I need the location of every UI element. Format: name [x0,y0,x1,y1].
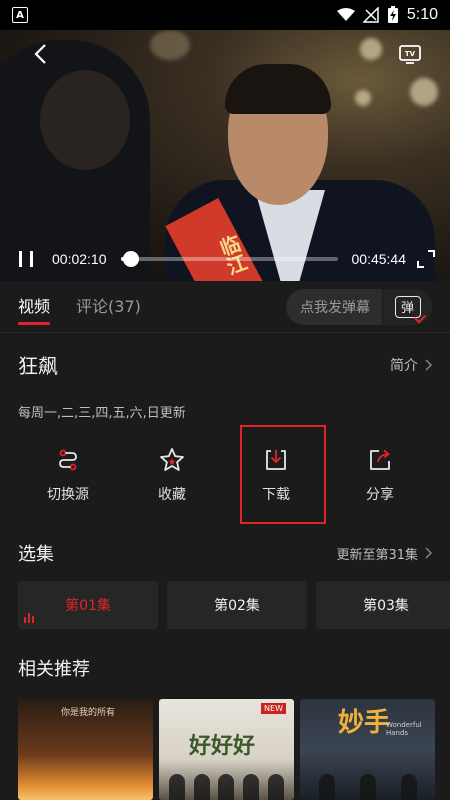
favorite-label: 收藏 [158,487,186,503]
poster-title: 好好好 [189,733,256,759]
intro-label: 简介 [390,357,418,374]
show-header: 狂飙 简介 [18,350,432,379]
recommend-list: 你是我的所有 NEW 好好好 妙手 Wonderful Hands [18,699,450,800]
recommend-title: 相关推荐 [18,659,90,680]
intro-link[interactable]: 简介 [390,355,432,375]
now-playing-icon [24,613,34,623]
current-time: 00:02:10 [52,251,107,267]
episode-label: 第03集 [363,598,409,614]
recommend-poster[interactable]: 你是我的所有 [18,699,153,800]
share-icon [370,449,390,470]
episodes-title: 选集 [18,544,54,565]
episode-item[interactable]: 第02集 [167,581,307,629]
battery-charging-icon [387,6,398,23]
video-player[interactable]: 临江 TV 00:02:10 00:45:44 [0,30,450,281]
wifi-icon [336,8,355,21]
switch-source-button[interactable]: 切换源 [20,425,116,525]
episode-item[interactable]: 第01集 [18,581,158,629]
episodes-more-link[interactable]: 更新至第31集 [336,544,432,563]
tv-cast-icon[interactable]: TV [398,42,422,66]
danmaku-input[interactable]: 点我发弹幕 [286,297,382,317]
episode-label: 第02集 [214,598,260,614]
scene-person-main-hair [225,64,331,114]
duration: 00:45:44 [351,251,407,267]
tab-bar: 视频 评论(37) 点我发弹幕 弹 [0,281,450,333]
update-schedule: 每周一,二,三,四,五,六,日更新 [18,406,186,421]
fullscreen-icon[interactable] [416,249,436,269]
show-title: 狂飙 [18,354,58,378]
signal-off-icon [362,7,379,23]
download-highlight-frame [240,425,326,524]
share-button[interactable]: 分享 [332,425,428,525]
action-row: 切换源 收藏 下载 分享 [0,425,450,525]
favorite-button[interactable]: 收藏 [124,425,220,525]
chevron-right-icon [425,547,432,559]
background-light [410,78,438,106]
seek-bar[interactable] [120,251,338,267]
app-notification-icon: A [12,7,28,23]
danmaku-toggle-button[interactable]: 弹 [382,288,432,325]
seek-bar-handle[interactable] [122,251,139,267]
recommend-poster[interactable]: NEW 好好好 [159,699,294,800]
poster-title: 你是我的所有 [60,708,115,718]
player-controls: 00:02:10 00:45:44 [0,237,450,281]
episode-item[interactable]: 第03集 [316,581,450,629]
danmaku-icon: 弹 [394,295,421,318]
status-bar: A 5:10 [0,0,450,30]
poster-cast-art [159,770,294,800]
tab-video[interactable]: 视频 [18,281,51,333]
recommend-poster[interactable]: 妙手 Wonderful Hands [300,699,435,800]
chevron-right-icon [425,359,432,370]
background-light [360,38,382,60]
danmaku-bar: 点我发弹幕 弹 [286,288,432,325]
star-icon [160,448,184,471]
clock: 5:10 [406,6,438,23]
svg-text:TV: TV [405,50,416,58]
poster-badge: NEW [261,703,286,714]
switch-source-icon [59,449,77,471]
switch-source-label: 切换源 [47,487,89,503]
poster-title: 妙手 [338,708,391,738]
episode-label: 第01集 [65,598,111,614]
poster-cast-art [300,770,435,800]
share-label: 分享 [366,487,394,503]
pause-icon[interactable] [14,247,38,271]
back-icon[interactable] [30,42,54,66]
background-light [150,30,190,60]
episodes-header: 选集 更新至第31集 [18,540,432,566]
episode-list: 第01集 第02集 第03集 [18,581,450,629]
poster-subtitle: Wonderful Hands [386,721,422,737]
scene-person-left-head [40,70,130,170]
tab-comments[interactable]: 评论(37) [76,281,141,333]
background-light [355,90,371,106]
episodes-update-text: 更新至第31集 [336,547,418,563]
